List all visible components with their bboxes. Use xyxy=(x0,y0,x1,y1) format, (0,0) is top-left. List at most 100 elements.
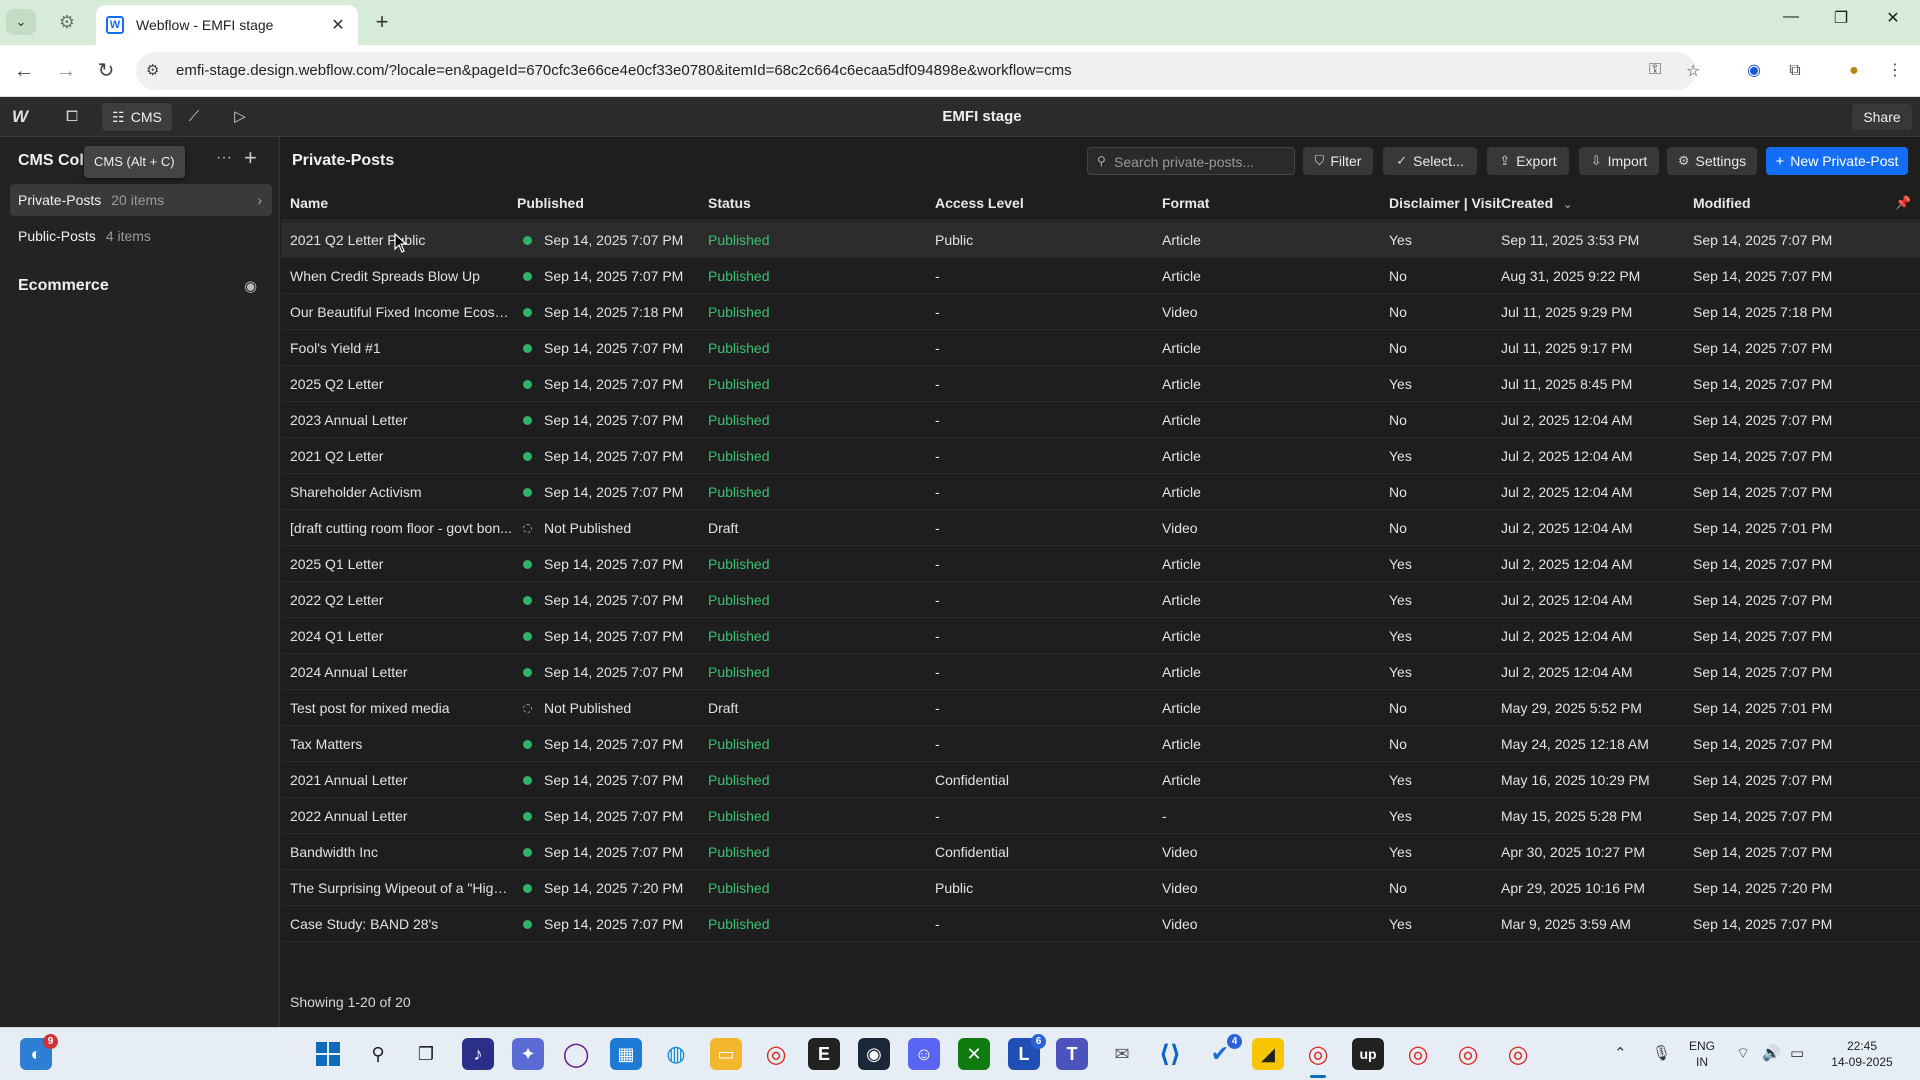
new-tab-icon[interactable]: + xyxy=(370,10,394,34)
more-options-icon[interactable]: ··· xyxy=(216,149,232,167)
select-button[interactable]: ✓ Select... xyxy=(1383,147,1477,175)
table-row[interactable]: Bandwidth Inc Sep 14, 2025 7:07 PM Publish… xyxy=(281,834,1920,870)
column-header-created[interactable]: Created ⌄ xyxy=(1501,195,1572,211)
table-row[interactable]: 2021 Q2 Letter Sep 14, 2025 7:07 PM Publis… xyxy=(281,438,1920,474)
microphone-icon[interactable]: 🎙 xyxy=(1652,1044,1671,1062)
table-row[interactable]: 2025 Q1 Letter Sep 14, 2025 7:07 PM Publis… xyxy=(281,546,1920,582)
upwork-icon[interactable]: up xyxy=(1352,1038,1384,1070)
l-app-icon[interactable]: L6 xyxy=(1008,1034,1046,1070)
extensions-puzzle-icon[interactable]: ⧉ xyxy=(1783,59,1807,83)
profile-extension-icon[interactable]: ◉ xyxy=(1742,59,1766,83)
settings-button[interactable]: ⚙ Settings xyxy=(1667,147,1757,175)
wifi-icon[interactable]: ⌔ xyxy=(1736,1044,1750,1063)
amazon-music-icon[interactable]: ♪ xyxy=(462,1038,494,1070)
sticky-notes-icon[interactable]: ◢ xyxy=(1252,1038,1284,1070)
column-header-access-level[interactable]: Access Level xyxy=(935,195,1024,211)
chrome-profile-4-icon[interactable]: ◎ xyxy=(1502,1038,1534,1070)
vscode-icon[interactable]: ⟨⟩ xyxy=(1154,1038,1186,1070)
export-button[interactable]: ⇪ Export xyxy=(1487,147,1569,175)
table-row[interactable]: 2024 Annual Letter Sep 14, 2025 7:07 PM Pu… xyxy=(281,654,1920,690)
pages-icon[interactable]: ⧠ xyxy=(60,105,84,129)
table-row[interactable]: 2021 Annual Letter Sep 14, 2025 7:07 PM Pu… xyxy=(281,762,1920,798)
task-view-icon[interactable]: ❐ xyxy=(410,1038,442,1070)
account-avatar-icon[interactable]: ● xyxy=(1842,59,1866,83)
column-header-status[interactable]: Status xyxy=(708,195,751,211)
clock[interactable]: 22:45 14-09-2025 xyxy=(1820,1038,1904,1070)
table-row[interactable]: 2022 Annual Letter Sep 14, 2025 7:07 PM Pu… xyxy=(281,798,1920,834)
search-field[interactable]: ⚲ xyxy=(1087,147,1295,175)
sidebar-item-private-posts[interactable]: Private-Posts 20 items › xyxy=(10,184,272,216)
column-header-published[interactable]: Published xyxy=(517,195,584,211)
url-text[interactable]: emfi-stage.design.webflow.com/?locale=en… xyxy=(176,62,1072,79)
share-button[interactable]: Share xyxy=(1852,104,1912,130)
file-explorer-icon[interactable]: ▭ xyxy=(710,1038,742,1070)
sidebar-item-public-posts[interactable]: Public-Posts 4 items xyxy=(10,220,272,252)
pin-icon[interactable]: 📌 xyxy=(1895,195,1911,211)
maximize-icon[interactable]: ❐ xyxy=(1826,8,1856,28)
discord-icon[interactable]: ☺ xyxy=(908,1038,940,1070)
column-header-disclaimer[interactable]: Disclaimer | Visibi xyxy=(1389,195,1501,211)
add-collection-icon[interactable]: + xyxy=(244,145,257,171)
volume-icon[interactable]: 🔊 xyxy=(1762,1044,1781,1062)
column-header-format[interactable]: Format xyxy=(1162,195,1209,211)
teams-icon[interactable]: T xyxy=(1056,1038,1088,1070)
table-row[interactable]: The Surprising Wipeout of a "High Q... Se… xyxy=(281,870,1920,906)
language-indicator[interactable]: ENG IN xyxy=(1684,1038,1720,1070)
close-window-icon[interactable]: ✕ xyxy=(1878,8,1908,28)
tab-search-icon[interactable]: ⌄ xyxy=(6,9,36,35)
table-row[interactable]: Fool's Yield #1 Sep 14, 2025 7:07 PM Publi… xyxy=(281,330,1920,366)
password-key-icon[interactable]: ⚿ xyxy=(1649,61,1661,79)
table-row[interactable]: Tax Matters Sep 14, 2025 7:07 PM Published… xyxy=(281,726,1920,762)
import-button[interactable]: ⇩ Import xyxy=(1579,147,1659,175)
table-row[interactable]: 2024 Q1 Letter Sep 14, 2025 7:07 PM Publis… xyxy=(281,618,1920,654)
steam-icon[interactable]: ◉ xyxy=(858,1038,890,1070)
site-info-icon[interactable]: ⚙ xyxy=(146,61,159,79)
search-icon[interactable]: ⚲ xyxy=(362,1038,394,1070)
table-row[interactable]: Shareholder Activism Sep 14, 2025 7:07 PM… xyxy=(281,474,1920,510)
chrome-profile-2-icon[interactable]: ◎ xyxy=(1402,1038,1434,1070)
chrome-active-icon[interactable]: ◎ xyxy=(1302,1038,1334,1078)
column-header-modified[interactable]: Modified xyxy=(1693,195,1751,211)
edge-icon[interactable]: ◍ xyxy=(660,1038,692,1070)
table-row[interactable]: When Credit Spreads Blow Up Sep 14, 2025 … xyxy=(281,258,1920,294)
store-icon[interactable]: ▦ xyxy=(610,1038,642,1070)
chrome-profile-3-icon[interactable]: ◎ xyxy=(1452,1038,1484,1070)
widgets-icon[interactable]: ◐ 9 xyxy=(20,1034,58,1070)
chrome-icon[interactable]: ◎ xyxy=(760,1038,792,1070)
epic-games-icon[interactable]: E xyxy=(808,1038,840,1070)
vscode-blue-icon[interactable]: ✔ 4 xyxy=(1204,1034,1242,1070)
address-bar[interactable]: ⚙ emfi-stage.design.webflow.com/?locale=… xyxy=(136,52,1700,90)
table-row[interactable]: 2022 Q2 Letter Sep 14, 2025 7:07 PM Publis… xyxy=(281,582,1920,618)
start-windows-icon[interactable] xyxy=(312,1038,344,1070)
analytics-icon[interactable]: ⟋ xyxy=(182,105,206,129)
cms-button[interactable]: ☷ CMS xyxy=(102,103,172,131)
tab-group-icon[interactable]: ⚙ xyxy=(56,11,78,33)
table-row[interactable]: Our Beautiful Fixed Income Ecosyst... Sep… xyxy=(281,294,1920,330)
table-row[interactable]: Test post for mixed media Not Published Dr… xyxy=(281,690,1920,726)
forward-icon[interactable]: → xyxy=(52,57,80,85)
cortana-circle-icon[interactable]: ◯ xyxy=(560,1038,592,1070)
filter-button[interactable]: ⛉ Filter xyxy=(1303,147,1373,175)
ecommerce-heading[interactable]: Ecommerce xyxy=(18,277,109,295)
battery-icon[interactable]: ▭ xyxy=(1790,1044,1804,1062)
close-tab-icon[interactable]: ✕ xyxy=(328,15,348,35)
back-icon[interactable]: ← xyxy=(10,57,38,85)
browser-menu-icon[interactable]: ⋮ xyxy=(1883,59,1907,83)
column-header-name[interactable]: Name xyxy=(290,195,328,211)
table-row[interactable]: 2023 Annual Letter Sep 14, 2025 7:07 PM Pu… xyxy=(281,402,1920,438)
browser-tab-active[interactable]: W Webflow - EMFI stage ✕ xyxy=(96,5,358,45)
preview-play-icon[interactable]: ▷ xyxy=(228,105,252,129)
copilot-icon[interactable]: ✦ xyxy=(512,1038,544,1070)
mail-icon[interactable]: ✉ xyxy=(1106,1038,1138,1070)
bookmark-star-icon[interactable]: ☆ xyxy=(1686,61,1700,81)
table-row[interactable]: Case Study: BAND 28's Sep 14, 2025 7:07 P… xyxy=(281,906,1920,942)
table-row[interactable]: [draft cutting room floor - govt bon... N… xyxy=(281,510,1920,546)
reload-icon[interactable]: ↻ xyxy=(92,57,120,85)
minimize-icon[interactable]: — xyxy=(1776,8,1806,26)
eye-icon[interactable]: ◉ xyxy=(244,277,257,295)
new-private-post-button[interactable]: + New Private-Post xyxy=(1766,147,1908,175)
webflow-logo-icon[interactable]: W xyxy=(12,107,28,127)
tray-overflow-chevron-icon[interactable]: ⌃ xyxy=(1614,1044,1627,1062)
search-input[interactable] xyxy=(1114,152,1289,172)
table-row[interactable]: 2021 Q2 Letter Public Sep 14, 2025 7:07 P… xyxy=(281,222,1920,258)
